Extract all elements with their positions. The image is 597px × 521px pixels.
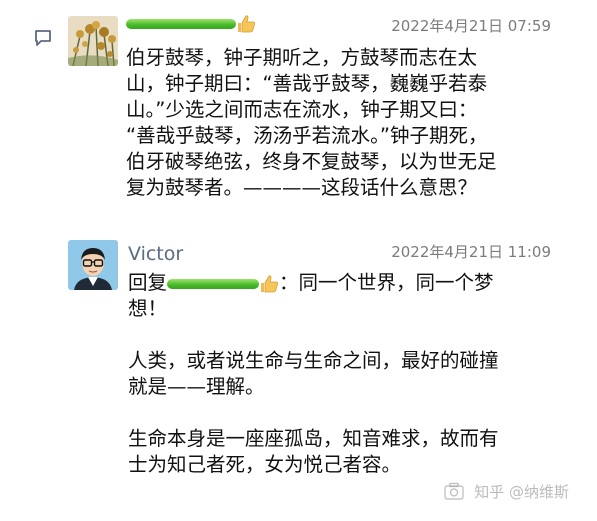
reply-suffix: ：同一个世界，同一个梦 (279, 271, 494, 294)
avatar[interactable] (68, 240, 118, 290)
post-line: 山。”少选之间而志在流水，钟子期又曰： (126, 98, 478, 121)
reply-line: 回复 ：同一个世界，同一个梦 (128, 270, 558, 296)
reply-line: 想！ (128, 297, 168, 320)
avatar[interactable] (68, 16, 118, 66)
redacted-name-highlight (167, 279, 260, 289)
reply-target-name[interactable] (167, 271, 279, 297)
thumbs-up-icon (238, 14, 255, 32)
watermark-camera-icon (444, 482, 464, 500)
post-line: 伯牙鼓琴，钟子期听之，方鼓琴而志在太 (126, 46, 478, 69)
reply-line: 人类，或者说生命与生命之间，最好的碰撞 (128, 349, 499, 372)
flower-painting-icon (68, 16, 118, 66)
comment-icon[interactable] (34, 30, 52, 46)
redacted-name-highlight (126, 18, 236, 29)
reply-line: 生命本身是一座座孤岛，知音难求，故而有 (128, 427, 499, 450)
reply-author-name[interactable]: Victor (128, 243, 183, 265)
reply-content: 回复 ：同一个世界，同一个梦 想！ 人类，或者说生命与生命之间，最好的碰撞 就是—… (128, 270, 558, 478)
thumbs-up-icon (261, 275, 279, 293)
reply-prefix: 回复 (128, 271, 168, 294)
reply-line: 士为知己者死，女为悦己者容。 (128, 453, 402, 476)
post-line: 复为鼓琴者。————这段话什么意思？ (126, 176, 478, 199)
post-line: 伯牙破琴绝弦，终身不复鼓琴，以为世无足 (126, 150, 497, 173)
post-content: 伯牙鼓琴，钟子期听之，方鼓琴而志在太 山，钟子期曰：“善哉乎鼓琴，巍巍乎若泰 山… (126, 45, 556, 201)
glasses-man-avatar-icon (68, 240, 118, 290)
post-line: “善哉乎鼓琴，汤汤乎若流水。”钟子期死， (126, 124, 488, 147)
post-timestamp: 2022年4月21日 07:59 (391, 17, 551, 35)
reply-line: 就是——理解。 (128, 375, 265, 398)
reply-timestamp: 2022年4月21日 11:09 (391, 243, 551, 261)
watermark: 知乎 @纳维斯 (474, 483, 569, 501)
post-line: 山，钟子期曰：“善哉乎鼓琴，巍巍乎若泰 (126, 72, 488, 95)
author-name[interactable] (126, 12, 256, 34)
